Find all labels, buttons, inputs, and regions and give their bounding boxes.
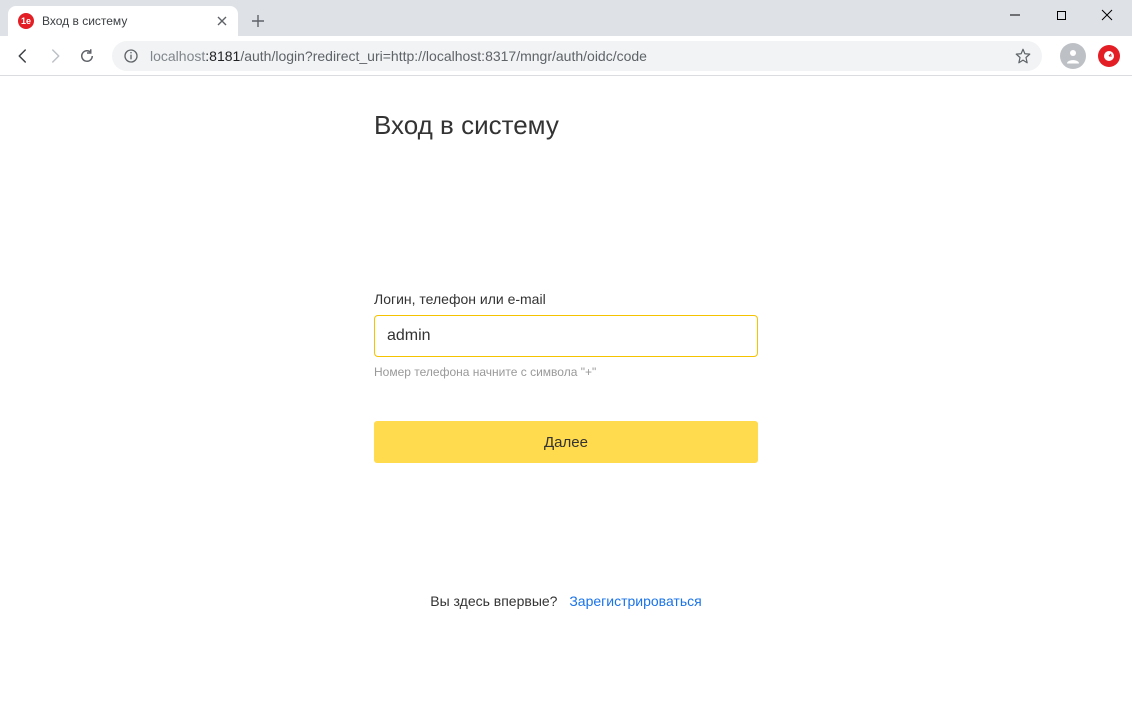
address-bar[interactable]: localhost:8181/auth/login?redirect_uri=h… bbox=[112, 41, 1042, 71]
login-form: Вход в систему Логин, телефон или e-mail… bbox=[374, 76, 758, 726]
browser-tab[interactable]: 1e Вход в систему bbox=[8, 6, 238, 36]
page-content: Вход в систему Логин, телефон или e-mail… bbox=[0, 76, 1132, 726]
favicon-1c-icon: 1e bbox=[18, 13, 34, 29]
next-button[interactable]: Далее bbox=[374, 421, 758, 463]
window-titlebar: 1e Вход в систему bbox=[0, 0, 1132, 36]
url-path: /auth/login?redirect_uri=http://localhos… bbox=[240, 48, 647, 64]
close-window-button[interactable] bbox=[1084, 0, 1130, 30]
window-controls bbox=[992, 0, 1132, 30]
minimize-button[interactable] bbox=[992, 0, 1038, 30]
site-info-icon[interactable] bbox=[122, 47, 140, 65]
reload-button[interactable] bbox=[72, 41, 102, 71]
page-title: Вход в систему bbox=[374, 110, 758, 141]
url-port: :8181 bbox=[205, 48, 240, 64]
back-button[interactable] bbox=[8, 41, 38, 71]
profile-avatar-icon[interactable] bbox=[1060, 43, 1086, 69]
forward-button[interactable] bbox=[40, 41, 70, 71]
close-tab-button[interactable] bbox=[214, 13, 230, 29]
bookmark-star-icon[interactable] bbox=[1014, 47, 1032, 65]
login-hint: Номер телефона начните с символа "+" bbox=[374, 365, 758, 379]
login-field-label: Логин, телефон или e-mail bbox=[374, 291, 758, 307]
login-input[interactable] bbox=[374, 315, 758, 357]
first-time-text: Вы здесь впервые? bbox=[430, 593, 557, 609]
register-row: Вы здесь впервые? Зарегистрироваться bbox=[374, 593, 758, 609]
browser-toolbar: localhost:8181/auth/login?redirect_uri=h… bbox=[0, 36, 1132, 76]
extension-1c-icon[interactable] bbox=[1098, 45, 1120, 67]
url-text: localhost:8181/auth/login?redirect_uri=h… bbox=[150, 48, 1004, 64]
new-tab-button[interactable] bbox=[244, 7, 272, 35]
url-host: localhost bbox=[150, 48, 205, 64]
register-link[interactable]: Зарегистрироваться bbox=[569, 593, 701, 609]
tab-strip: 1e Вход в систему bbox=[0, 0, 992, 36]
maximize-button[interactable] bbox=[1038, 0, 1084, 30]
tab-title: Вход в систему bbox=[42, 14, 214, 28]
